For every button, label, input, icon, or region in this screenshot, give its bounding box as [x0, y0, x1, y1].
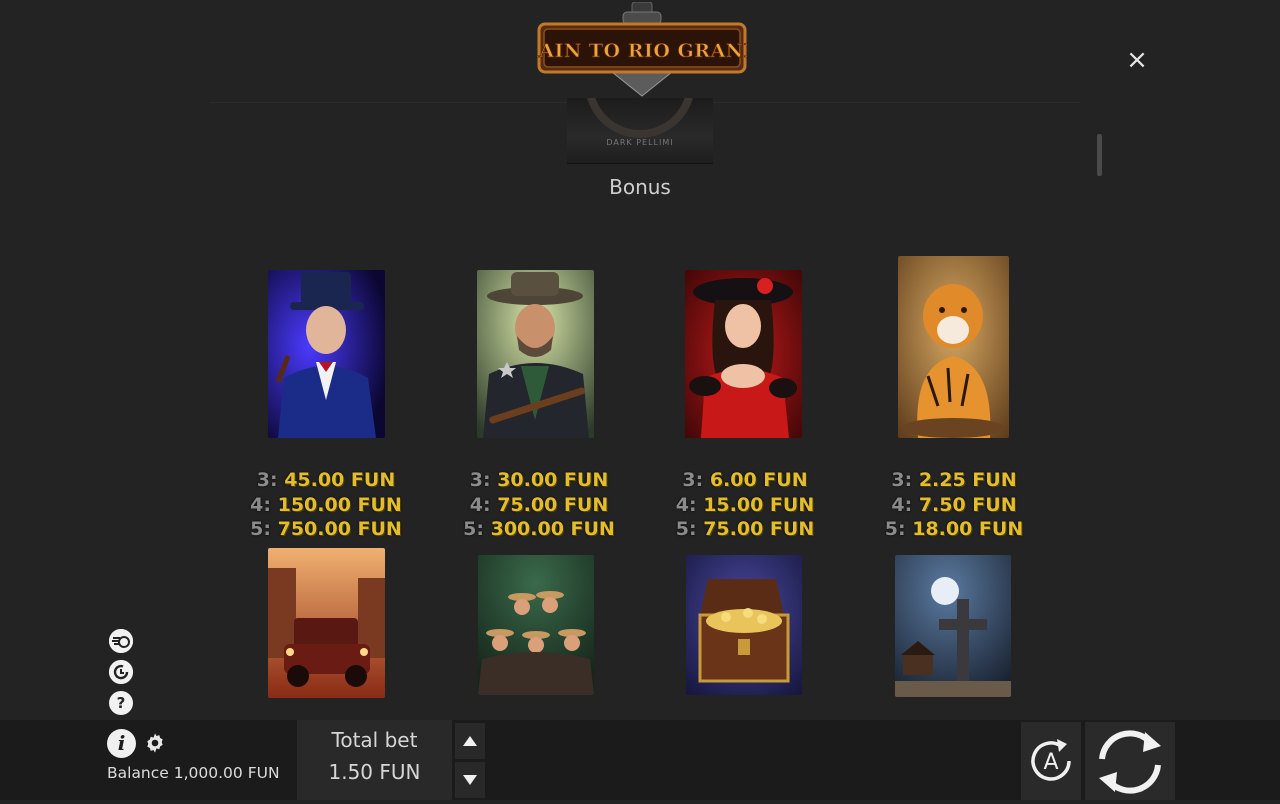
payout-line: 5: 75.00 FUN: [675, 518, 815, 540]
payout-line: 4: 75.00 FUN: [469, 493, 609, 516]
autoplay-label: A: [1043, 750, 1058, 775]
symbol-lady-in-red: [685, 270, 802, 438]
game-logo: TRAIN TO RIO GRANDE: [537, 2, 747, 98]
triangle-down-icon: [463, 775, 477, 785]
help-icon[interactable]: ?: [109, 691, 133, 715]
scrollbar[interactable]: [1097, 134, 1102, 176]
payout-line: 4: 15.00 FUN: [675, 493, 815, 516]
symbol-treasure-chest: [686, 555, 802, 695]
speed-icon[interactable]: [109, 629, 133, 653]
close-button[interactable]: ×: [1124, 47, 1150, 73]
paytable-sheriff: 3: 30.00 FUN 4: 75.00 FUN 5: 300.00 FUN: [454, 468, 624, 542]
payout-line: 5: 18.00 FUN: [884, 518, 1024, 540]
paytable-lady-in-red: 3: 6.00 FUN 4: 15.00 FUN 5: 75.00 FUN: [660, 468, 830, 542]
autoplay-button[interactable]: A: [1021, 722, 1081, 800]
history-icon-glyph: [109, 660, 133, 684]
payout-line: 5: 300.00 FUN: [463, 518, 615, 540]
payout-line: 4: 150.00 FUN: [250, 493, 402, 516]
symbol-sheriff: [477, 270, 594, 438]
spin-arrows-icon: [1099, 730, 1161, 794]
payout-line: 3: 2.25 FUN: [891, 469, 1017, 491]
settings-gear-icon[interactable]: [144, 732, 166, 754]
paytable-tiger: 3: 2.25 FUN 4: 7.50 FUN 5: 18.00 FUN: [869, 468, 1039, 542]
autoplay-icon: A: [1031, 739, 1071, 781]
info-button[interactable]: i: [107, 729, 136, 758]
symbol-vintage-car: [268, 548, 385, 698]
payout-line: 4: 7.50 FUN: [891, 493, 1017, 516]
bet-increase-button[interactable]: [455, 723, 485, 759]
symbol-graveyard-cross: [895, 555, 1011, 697]
payout-line: 3: 45.00 FUN: [256, 469, 396, 491]
symbol-cowboy-gang: [478, 555, 594, 695]
payout-line: 5: 750.00 FUN: [250, 518, 402, 540]
spin-button[interactable]: [1085, 722, 1175, 800]
balance-readout: Balance 1,000.00 FUN: [107, 764, 280, 782]
symbol-tiger: [898, 256, 1009, 438]
bonus-thumb-brand: DARK PELLIMI: [606, 138, 674, 147]
total-bet-label: Total bet: [331, 728, 418, 752]
logo-text: TRAIN TO RIO GRANDE: [537, 40, 747, 62]
bet-decrease-button[interactable]: [455, 762, 485, 798]
symbol-gentleman: [268, 270, 385, 438]
triangle-up-icon: [463, 736, 477, 746]
payout-line: 3: 30.00 FUN: [469, 469, 609, 491]
speed-icon-glyph: [109, 629, 133, 653]
total-bet-value: 1.50 FUN: [328, 760, 421, 784]
section-title: Bonus: [609, 175, 671, 199]
payout-line: 3: 6.00 FUN: [682, 469, 808, 491]
paytable-gentleman: 3: 45.00 FUN 4: 150.00 FUN 5: 750.00 FUN: [241, 468, 411, 542]
history-icon[interactable]: [109, 660, 133, 684]
bonus-symbol-thumbnail: DARK PELLIMI: [567, 98, 713, 164]
